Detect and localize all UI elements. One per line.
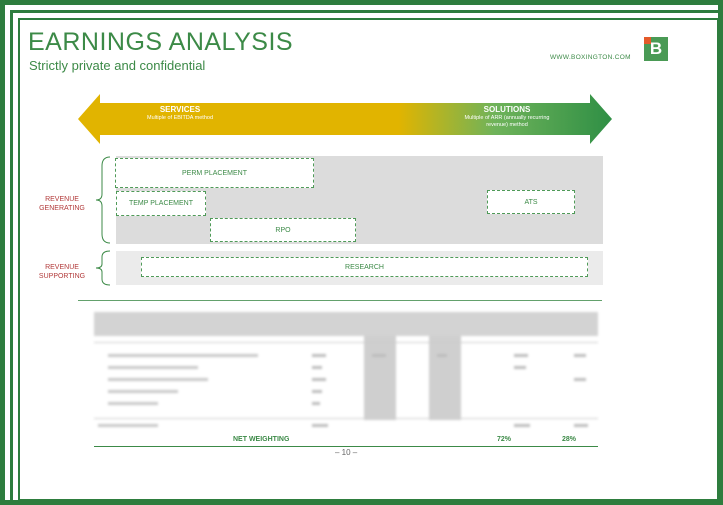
logo-letter: B [649,39,663,58]
solutions-desc: Multiple of ARR (annually recurring reve… [464,115,550,128]
revenue-generating-brace [95,156,111,244]
net-weighting-solutions: 28% [562,436,577,443]
services-label: SERVICES Multiple of EBITDA method [130,106,230,122]
net-weighting-services: 72% [497,436,512,443]
page-subtitle: Strictly private and confidential [29,58,206,73]
services-desc: Multiple of EBITDA method [146,115,214,121]
perm-placement-box: PERM PLACEMENT [115,158,314,188]
solutions-title: SOLUTIONS [483,105,531,114]
services-title: SERVICES [159,105,201,114]
ats-box: ATS [487,190,575,214]
website-link[interactable]: WWW.BOXINGTON.COM [550,54,631,61]
blurred-weighting-table [94,312,598,430]
temp-placement-box: TEMP PLACEMENT [116,191,206,216]
revenue-supporting-brace [95,250,111,286]
page-title: EARNINGS ANALYSIS [28,28,294,56]
net-weighting-label: NET WEIGHTING [233,436,290,443]
revenue-supporting-label: REVENUE SUPPORTING [38,264,86,280]
page-number: – 10 – [335,448,358,457]
net-weighting-rule [94,446,598,447]
section-divider [78,300,602,301]
research-box: RESEARCH [141,257,588,277]
rpo-box: RPO [210,218,356,242]
revenue-generating-label: REVENUE GENERATING [39,196,85,212]
solutions-label: SOLUTIONS Multiple of ARR (annually recu… [455,106,559,129]
boxington-logo: B [644,37,668,61]
